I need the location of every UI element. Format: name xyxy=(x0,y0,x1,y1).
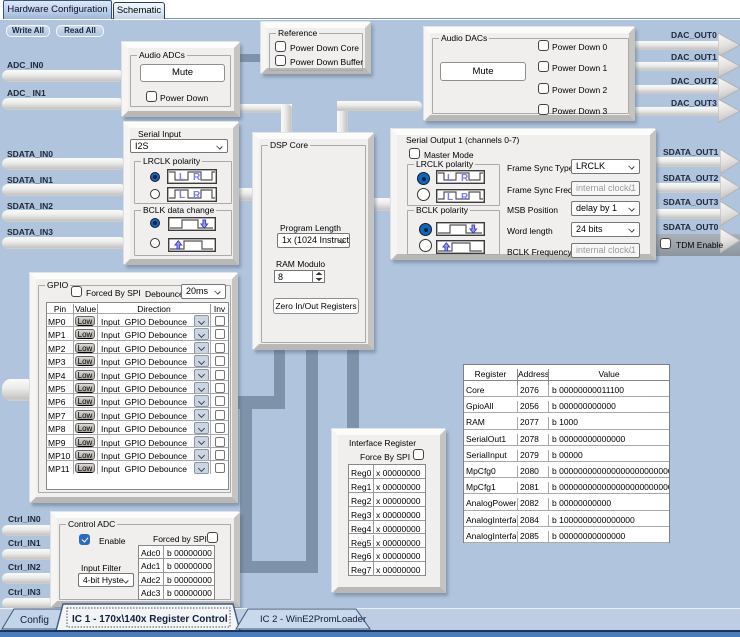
svg-text:L: L xyxy=(179,172,185,183)
svg-text:R: R xyxy=(193,172,201,183)
svg-text:R: R xyxy=(461,192,469,203)
svg-text:R: R xyxy=(193,190,201,201)
svg-text:L: L xyxy=(447,173,453,184)
svg-text:L: L xyxy=(447,192,453,203)
svg-text:IC 2 - WinE2PromLoader: IC 2 - WinE2PromLoader xyxy=(260,614,366,625)
svg-text:IC 1 - 170x\140x Register Cont: IC 1 - 170x\140x Register Control xyxy=(72,614,228,625)
svg-text:Config: Config xyxy=(20,615,49,626)
svg-text:L: L xyxy=(179,190,185,201)
svg-text:R: R xyxy=(461,173,469,184)
